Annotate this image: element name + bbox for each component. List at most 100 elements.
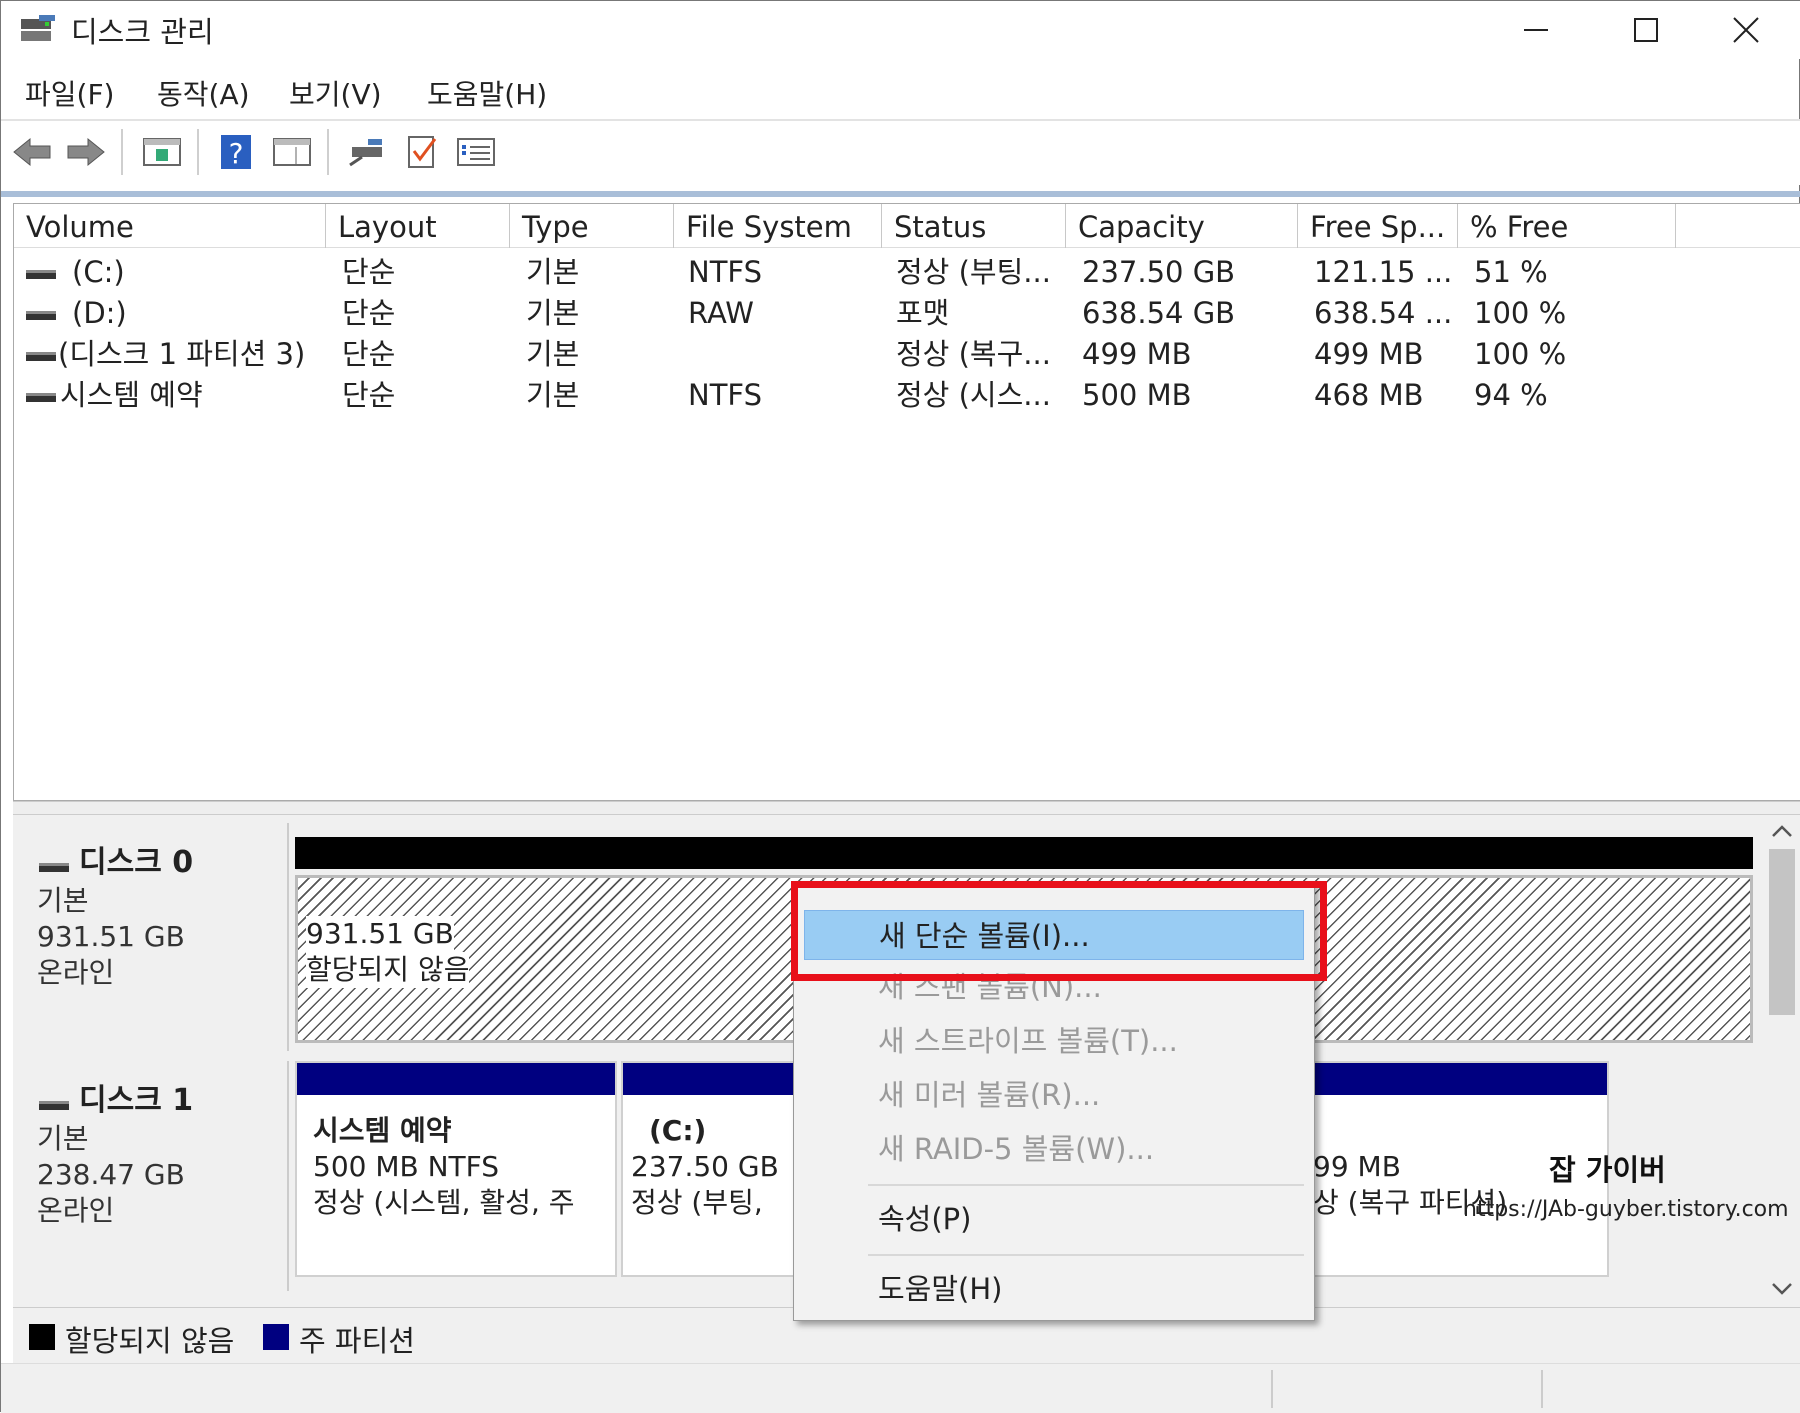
volume-name: (D:) <box>72 296 127 330</box>
legend-swatch-primary <box>263 1324 289 1350</box>
volume-percent-free: 100 % <box>1474 296 1567 330</box>
volume-status: 정상 (복구... <box>896 337 1051 371</box>
column-header-free-space[interactable]: Free Sp... <box>1298 204 1458 248</box>
menu-item-help[interactable]: 도움말(H) <box>804 1264 1304 1314</box>
maximize-button[interactable] <box>1591 1 1701 59</box>
window-title: 디스크 관리 <box>71 15 214 49</box>
volume-list-header: Volume Layout Type File System Status Ca… <box>14 204 1800 248</box>
volume-percent-free: 100 % <box>1474 337 1567 371</box>
volume-free-space: 499 MB <box>1314 337 1424 371</box>
disk-size: 931.51 GB <box>37 920 185 953</box>
disk-name: 디스크 1 <box>79 1083 194 1118</box>
disk-icon <box>39 863 69 872</box>
window-properties-icon <box>273 138 311 166</box>
graphical-view-scrollbar[interactable] <box>1765 815 1799 1307</box>
pane-top-border <box>1 191 1800 197</box>
partition-size: 500 MB NTFS <box>313 1150 500 1183</box>
disk-icon <box>39 1101 69 1110</box>
volume-list-pane: Volume Layout Type File System Status Ca… <box>13 203 1800 801</box>
volume-layout: 단순 <box>342 378 396 412</box>
volume-name: (C:) <box>72 255 125 289</box>
volume-capacity: 237.50 GB <box>1082 255 1236 289</box>
help-icon: ? <box>221 135 251 170</box>
volume-file-system: NTFS <box>688 378 762 412</box>
disk-1-label[interactable]: 디스크 1 기본 238.47 GB 온라인 <box>13 1061 289 1291</box>
pane-splitter[interactable] <box>13 801 1800 815</box>
volume-percent-free: 94 % <box>1474 378 1548 412</box>
volume-name: (디스크 1 파티션 3) <box>58 337 306 371</box>
partition-name: 시스템 예약 <box>313 1114 452 1147</box>
menu-file[interactable]: 파일(F) <box>25 73 114 113</box>
partition-size: 99 MB <box>1313 1150 1401 1183</box>
column-header-volume[interactable]: Volume <box>14 204 326 248</box>
check-task-button[interactable] <box>401 131 443 173</box>
volume-layout: 단순 <box>342 296 396 330</box>
status-divider <box>1271 1370 1273 1408</box>
console-tree-button[interactable] <box>141 131 183 173</box>
legend-swatch-unallocated <box>29 1324 55 1350</box>
unallocated-stripe <box>295 837 1753 869</box>
menu-bar: 파일(F) 동작(A) 보기(V) 도움말(H) <box>1 63 1800 119</box>
column-header-status[interactable]: Status <box>882 204 1066 248</box>
back-button[interactable] <box>11 131 53 173</box>
maximize-icon <box>1634 18 1658 42</box>
column-header-type[interactable]: Type <box>510 204 674 248</box>
column-header-percent-free[interactable]: % Free <box>1458 204 1676 248</box>
toolbar-separator <box>197 129 199 175</box>
volume-file-system: NTFS <box>688 255 762 289</box>
volume-file-system <box>688 334 878 374</box>
legend-label-primary: 주 파티션 <box>299 1324 415 1358</box>
close-button[interactable] <box>1691 1 1800 59</box>
disk-0-label[interactable]: 디스크 0 기본 931.51 GB 온라인 <box>13 823 289 1051</box>
volume-capacity: 638.54 GB <box>1082 296 1236 330</box>
volume-row[interactable]: (D:) 단순 기본 RAW 포맷 638.54 GB 638.54 ... 1… <box>14 293 1800 333</box>
volume-drive-icon <box>26 392 56 402</box>
menu-item-properties[interactable]: 속성(P) <box>804 1194 1304 1244</box>
partition-system-reserved[interactable]: 시스템 예약 500 MB NTFS 정상 (시스템, 활성, 주 <box>295 1061 617 1277</box>
toolbar: ? <box>1 121 1800 185</box>
volume-row[interactable]: (C:) 단순 기본 NTFS 정상 (부팅... 237.50 GB 121.… <box>14 252 1800 292</box>
partition-status: 할당되지 않음 <box>306 952 470 988</box>
volume-free-space: 121.15 ... <box>1314 255 1453 289</box>
disk-management-app-icon <box>21 15 55 41</box>
status-bar <box>1 1363 1800 1413</box>
menu-item-new-raid5-volume: 새 RAID-5 볼륨(W)... <box>878 1132 1155 1166</box>
toolbar-separator <box>121 129 123 175</box>
menu-action[interactable]: 동작(A) <box>157 73 250 113</box>
volume-file-system: RAW <box>688 296 754 330</box>
volume-layout: 단순 <box>342 337 396 371</box>
scroll-up-arrow-icon[interactable] <box>1771 823 1793 839</box>
volume-layout: 단순 <box>342 255 396 289</box>
watermark-name: 잡 가이버 <box>1549 1153 1666 1187</box>
column-header-layout[interactable]: Layout <box>326 204 510 248</box>
volume-type: 기본 <box>526 255 580 289</box>
column-header-file-system[interactable]: File System <box>674 204 882 248</box>
minimize-button[interactable] <box>1481 1 1591 59</box>
annotation-highlight-box <box>791 881 1327 981</box>
volume-status: 포맷 <box>896 296 950 330</box>
volume-free-space: 638.54 ... <box>1314 296 1453 330</box>
volume-row[interactable]: (디스크 1 파티션 3) 단순 기본 정상 (복구... 499 MB 499… <box>14 334 1800 374</box>
list-view-button[interactable] <box>455 131 497 173</box>
volume-drive-icon <box>26 351 56 361</box>
watermark-url: https://JAb-guyber.tistory.com <box>1463 1197 1789 1222</box>
volume-type: 기본 <box>526 378 580 412</box>
partition-status: 정상 (시스템, 활성, 주 <box>313 1186 575 1219</box>
scroll-down-arrow-icon[interactable] <box>1771 1281 1793 1297</box>
column-header-capacity[interactable]: Capacity <box>1066 204 1298 248</box>
status-divider <box>1541 1370 1543 1408</box>
properties-view-button[interactable] <box>271 131 313 173</box>
volume-type: 기본 <box>526 296 580 330</box>
menu-item-new-striped-volume: 새 스트라이프 볼륨(T)... <box>878 1024 1178 1058</box>
menu-item-new-mirrored-volume: 새 미러 볼륨(R)... <box>878 1078 1101 1112</box>
scrollbar-thumb[interactable] <box>1769 849 1795 1015</box>
forward-button[interactable] <box>65 131 107 173</box>
help-button[interactable]: ? <box>215 131 257 173</box>
menu-view[interactable]: 보기(V) <box>289 73 382 113</box>
volume-row[interactable]: 시스템 예약 단순 기본 NTFS 정상 (시스... 500 MB 468 M… <box>14 375 1800 415</box>
connect-disk-button[interactable] <box>345 131 387 173</box>
menu-help[interactable]: 도움말(H) <box>427 73 547 113</box>
partition-size: 237.50 GB <box>631 1150 779 1183</box>
list-view-icon <box>457 138 495 166</box>
volume-drive-icon <box>26 269 56 279</box>
